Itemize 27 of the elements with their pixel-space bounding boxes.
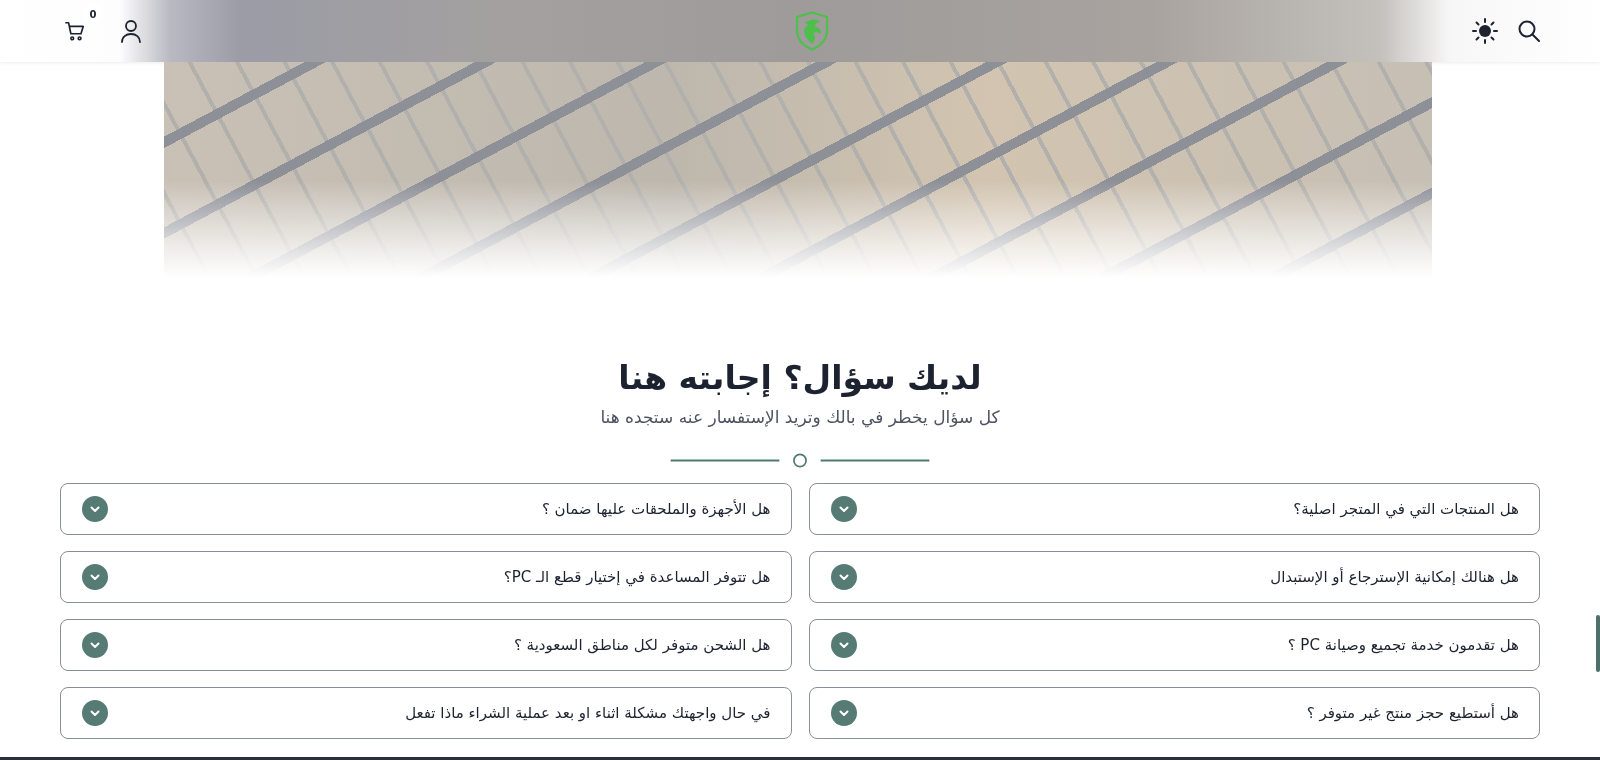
faq-question[interactable]: هل أستطيع حجز منتج غير متوفر ؟ xyxy=(808,687,1540,739)
faq-question[interactable]: هل تتوفر المساعدة في إختيار قطع الـ PC؟ xyxy=(60,551,792,603)
faq-question[interactable]: هل تقدمون خدمة تجميع وصيانة PC ؟ xyxy=(808,619,1540,671)
scrollbar-thumb xyxy=(1596,615,1600,672)
faq-question[interactable]: هل الأجهزة والملحقات عليها ضمان ؟ xyxy=(60,483,792,535)
faq-question[interactable]: هل هنالك إمكانية الإسترجاع أو الإستبدال xyxy=(808,551,1540,603)
chevron-down-icon xyxy=(830,700,857,726)
user-icon xyxy=(120,19,142,43)
chevron-down-icon xyxy=(82,700,108,726)
chevron-down-icon xyxy=(830,564,857,590)
faq-question[interactable]: هل الشحن متوفر لكل مناطق السعودية ؟ xyxy=(60,619,792,671)
cart-icon xyxy=(64,20,86,42)
shield-logo-icon xyxy=(795,11,829,51)
section-title: لديك سؤال؟ إجابته هنا xyxy=(618,357,982,399)
chevron-down-icon xyxy=(830,496,857,522)
faq-question[interactable]: في حال واجهتك مشكلة اثناء او بعد عملية الشراء ماذا تفعل xyxy=(60,687,792,739)
search-button[interactable] xyxy=(1518,20,1540,42)
section-subtitle: كل سؤال يخطر في بالك وتريد الإستفسار عنه ستجده هنا xyxy=(600,406,1000,430)
chevron-down-icon xyxy=(82,564,108,590)
faq-question[interactable]: هل المنتجات التي في المتجر اصلية؟ xyxy=(808,483,1540,535)
chevron-down-icon xyxy=(82,496,108,522)
chevron-down-icon xyxy=(82,632,108,658)
theme-toggle-button[interactable] xyxy=(1472,18,1498,44)
sun-icon xyxy=(1472,18,1498,44)
chevron-down-icon xyxy=(830,632,857,658)
account-button[interactable] xyxy=(120,19,142,43)
search-icon xyxy=(1518,20,1540,42)
